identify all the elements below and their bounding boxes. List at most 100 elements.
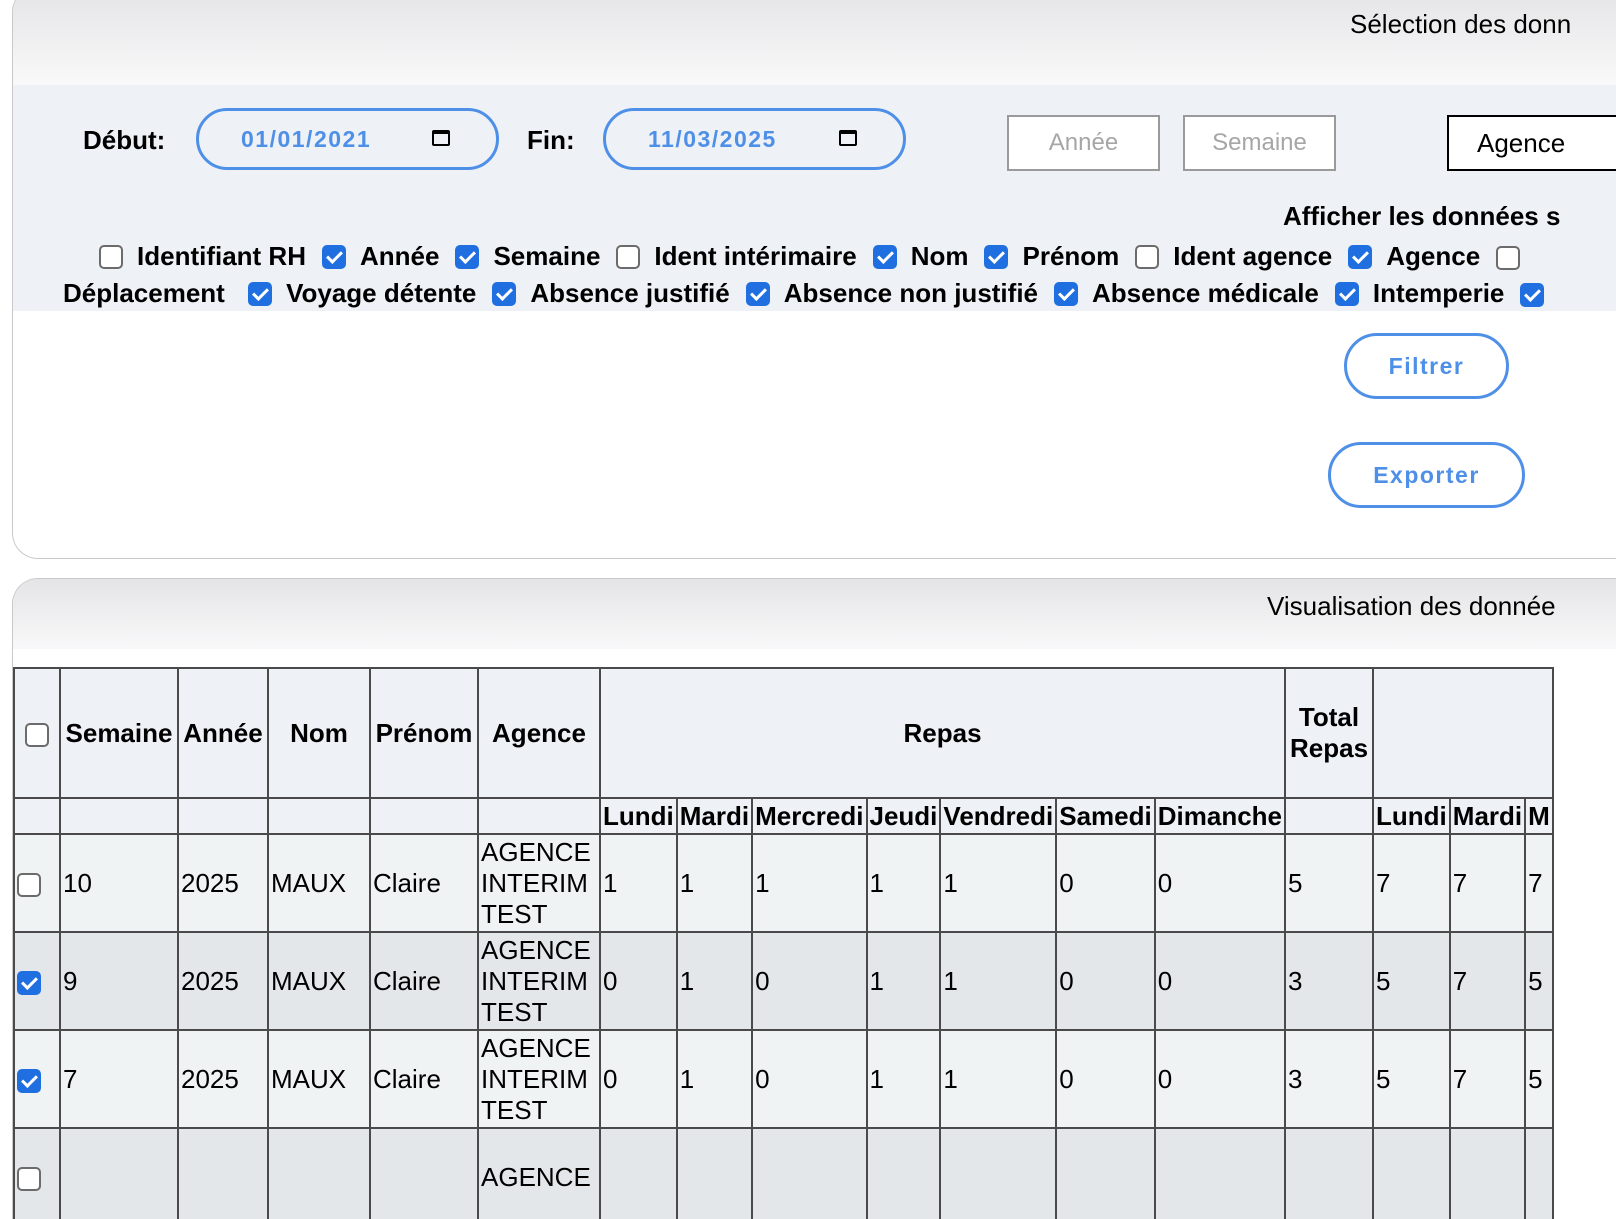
field-option-label: Absence justifié bbox=[530, 278, 730, 309]
field-checkbox[interactable] bbox=[322, 244, 346, 269]
header-spacer bbox=[267, 797, 371, 835]
header-day: Vendredi bbox=[939, 797, 1058, 835]
field-option[interactable]: Absence non justifié bbox=[745, 277, 1038, 310]
field-option[interactable]: Identifiant RH bbox=[99, 240, 306, 273]
field-option[interactable]: Ident agence bbox=[1135, 240, 1332, 273]
visualisation-header: Visualisation des donnée bbox=[13, 579, 1616, 649]
row-select-cell bbox=[13, 931, 61, 1031]
field-option[interactable] bbox=[1496, 241, 1534, 272]
field-checkbox[interactable] bbox=[99, 244, 123, 269]
field-option[interactable]: Année bbox=[322, 240, 439, 273]
field-checkbox[interactable] bbox=[1348, 244, 1373, 269]
row-select-cell bbox=[13, 833, 61, 933]
exporter-button[interactable]: Exporter bbox=[1328, 442, 1525, 508]
semaine-button[interactable]: Semaine bbox=[1183, 115, 1336, 171]
header-agence: Agence bbox=[477, 667, 601, 799]
table-row: 10 2025 MAUX Claire AGENCE INTERIM TEST 1 1 1 1 1 0 0… bbox=[13, 833, 1554, 933]
cell-next: 7 bbox=[1448, 931, 1527, 1031]
field-option[interactable]: Semaine bbox=[455, 240, 600, 273]
field-checkbox[interactable] bbox=[1135, 244, 1160, 269]
field-option[interactable]: Nom bbox=[872, 240, 969, 273]
debut-date-input[interactable]: 01/01/2021 bbox=[196, 108, 499, 170]
visualisation-title: Visualisation des donnée bbox=[1267, 591, 1556, 621]
select-all-checkbox[interactable] bbox=[25, 722, 49, 747]
cell-repas: 1 bbox=[751, 833, 868, 933]
cell-repas: 1 bbox=[865, 1029, 942, 1129]
header-next-group bbox=[1372, 667, 1554, 799]
header-nom: Nom bbox=[267, 667, 371, 799]
header-day: Dimanche bbox=[1153, 797, 1287, 835]
cell-repas bbox=[865, 1127, 942, 1219]
cell-repas: 1 bbox=[675, 931, 754, 1031]
field-option-label: Ident intérimaire bbox=[654, 241, 857, 272]
cell-repas: 1 bbox=[675, 1029, 754, 1129]
cell-repas: 0 bbox=[1153, 931, 1287, 1031]
field-option[interactable]: Absence médicale bbox=[1054, 277, 1319, 310]
field-option[interactable]: Agence bbox=[1348, 240, 1480, 273]
field-option-label: Identifiant RH bbox=[137, 241, 306, 272]
header-day: Mercredi bbox=[751, 797, 868, 835]
field-option[interactable] bbox=[1520, 278, 1558, 309]
field-checkbox[interactable] bbox=[616, 244, 641, 269]
header-day: Lundi bbox=[599, 797, 678, 835]
row-checkbox[interactable] bbox=[17, 872, 41, 897]
cell-repas: 1 bbox=[939, 833, 1058, 933]
cell-repas bbox=[599, 1127, 678, 1219]
row-checkbox[interactable] bbox=[17, 970, 41, 995]
field-checkbox[interactable] bbox=[248, 281, 273, 306]
cell-next bbox=[1524, 1127, 1554, 1219]
cell-semaine: 10 bbox=[59, 833, 179, 933]
cell-agence-line: TEST bbox=[481, 996, 548, 1027]
cell-next: 5 bbox=[1524, 1029, 1554, 1129]
table-row: 7 2025 MAUX Claire AGENCE INTERIM TEST 0 1 0 1 1 0 0 3… bbox=[13, 1029, 1554, 1129]
field-option-label: Nom bbox=[910, 241, 969, 272]
field-option-label: Semaine bbox=[493, 241, 601, 272]
field-option[interactable]: Ident intérimaire bbox=[616, 240, 857, 273]
cell-agence-line: AGENCE bbox=[481, 1032, 591, 1063]
filter-zone: Début: 01/01/2021 Fin: 11/03/2025 Année … bbox=[13, 85, 1616, 311]
row-checkbox[interactable] bbox=[17, 1166, 41, 1191]
field-option[interactable]: Voyage détente bbox=[248, 277, 476, 310]
field-option[interactable]: Absence justifié bbox=[492, 277, 730, 310]
header-spacer bbox=[177, 797, 269, 835]
header-spacer bbox=[1284, 797, 1375, 835]
agence-button[interactable]: Agence bbox=[1447, 115, 1616, 171]
cell-agence-line: TEST bbox=[481, 898, 548, 929]
annee-button[interactable]: Année bbox=[1007, 115, 1160, 171]
cell-semaine: 7 bbox=[59, 1029, 179, 1129]
row-checkbox[interactable] bbox=[17, 1068, 41, 1093]
field-checkbox[interactable] bbox=[455, 244, 480, 269]
header-spacer bbox=[369, 797, 479, 835]
field-checkbox[interactable] bbox=[1054, 281, 1078, 306]
calendar-icon[interactable] bbox=[839, 130, 857, 146]
header-repas: Repas bbox=[598, 667, 1287, 799]
cell-next: 7 bbox=[1524, 833, 1554, 933]
field-checkbox[interactable] bbox=[745, 281, 770, 306]
cell-total-repas: 3 bbox=[1284, 1029, 1375, 1129]
debut-label: Début: bbox=[83, 125, 166, 155]
cell-annee: 2025 bbox=[177, 931, 269, 1031]
data-table: Semaine Année Nom Prénom Agence Repas To… bbox=[13, 667, 1554, 1219]
cell-repas: 0 bbox=[751, 1029, 868, 1129]
fin-date-input[interactable]: 11/03/2025 bbox=[603, 108, 906, 170]
field-checkbox[interactable] bbox=[872, 244, 897, 269]
calendar-icon[interactable] bbox=[432, 130, 450, 146]
cell-repas: 0 bbox=[751, 931, 868, 1031]
header-spacer bbox=[59, 797, 179, 835]
field-checkbox[interactable] bbox=[1334, 281, 1359, 306]
filtrer-button[interactable]: Filtrer bbox=[1344, 333, 1509, 399]
field-checkbox[interactable] bbox=[492, 281, 517, 306]
cell-repas bbox=[675, 1127, 754, 1219]
cell-nom: MAUX bbox=[267, 833, 371, 933]
cell-next: 7 bbox=[1448, 1029, 1527, 1129]
cell-repas: 1 bbox=[865, 931, 942, 1031]
field-checkbox[interactable] bbox=[1496, 245, 1521, 270]
cell-next bbox=[1372, 1127, 1451, 1219]
cell-agence-line: AGENCE bbox=[481, 1161, 591, 1192]
field-checkbox[interactable] bbox=[1520, 282, 1545, 307]
cell-repas: 0 bbox=[1055, 833, 1156, 933]
field-option[interactable]: Intemperie bbox=[1334, 277, 1504, 310]
cell-repas: 1 bbox=[675, 833, 754, 933]
field-checkbox[interactable] bbox=[984, 244, 1009, 269]
field-option[interactable]: Prénom bbox=[984, 240, 1119, 273]
